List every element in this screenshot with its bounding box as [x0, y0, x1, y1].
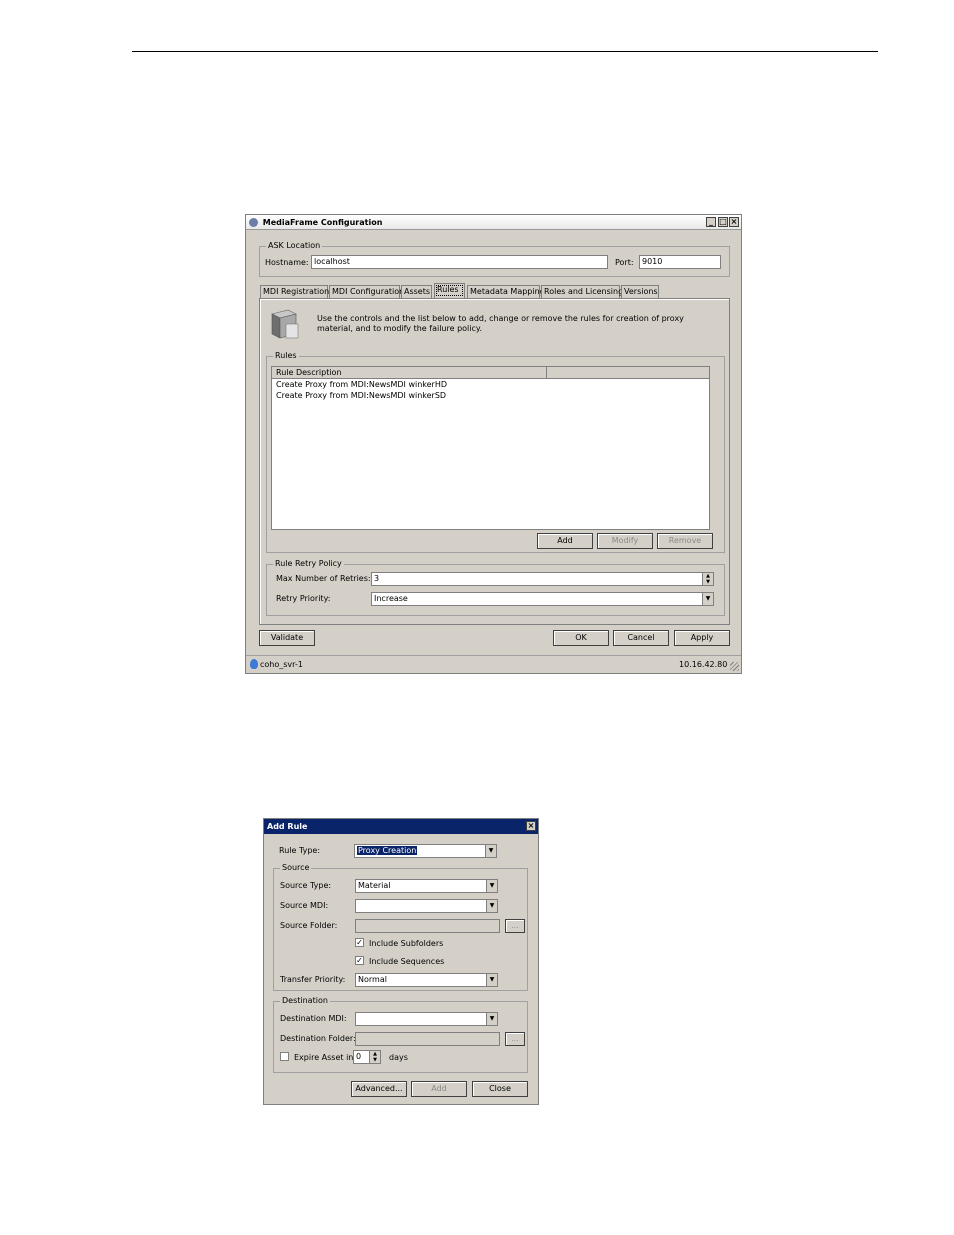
retry-priority-label: Retry Priority: [276, 594, 331, 603]
ask-location-group: ASK Location Hostname: localhost Port: 9… [259, 241, 730, 277]
tab-roles-and-licensing[interactable]: Roles and Licensing [541, 285, 623, 298]
port-label: Port: [615, 258, 634, 267]
source-mdi-select[interactable]: ▼ [355, 899, 498, 913]
config-titlebar: MediaFrame Configuration _ □ × [246, 215, 741, 230]
days-label: days [389, 1053, 408, 1062]
tab-strip: MDI Registration MDI Configuration Asset… [260, 283, 730, 298]
destination-mdi-select[interactable]: ▼ [355, 1012, 498, 1026]
include-subfolders-checkbox[interactable]: ✓ [355, 938, 364, 947]
add-rule-title: Add Rule [267, 822, 308, 831]
rule-type-label: Rule Type: [279, 846, 321, 855]
source-folder-label: Source Folder: [280, 921, 338, 930]
advanced-button[interactable]: Advanced... [351, 1081, 407, 1097]
rule-row[interactable]: Create Proxy from MDI:NewsMDI winkerHD [276, 380, 447, 390]
rules-icon [266, 308, 300, 341]
add-button[interactable]: Add [411, 1081, 467, 1097]
transfer-priority-label: Transfer Priority: [280, 975, 346, 984]
close-button[interactable]: × [526, 821, 536, 831]
apply-button[interactable]: Apply [674, 630, 730, 646]
tab-rules[interactable]: Rules [434, 283, 465, 298]
destination-group-label: Destination [280, 996, 330, 1006]
chevron-down-icon[interactable]: ▼ [486, 880, 497, 892]
mediaframe-config-window: MediaFrame Configuration _ □ × ASK Locat… [245, 214, 742, 674]
source-group: Source Source Type: Material ▼ Source MD… [273, 863, 528, 991]
validate-button[interactable]: Validate [259, 630, 315, 646]
add-rule-dialog: Add Rule × Rule Type: Proxy Creation ▼ S… [263, 818, 539, 1105]
hostname-input[interactable]: localhost [311, 255, 608, 269]
rules-list[interactable]: Rule Description Create Proxy from MDI:N… [271, 366, 710, 530]
retry-priority-select[interactable]: Increase ▼ [371, 592, 714, 606]
expire-days-spinner[interactable]: 0 ▲ ▼ [353, 1050, 381, 1064]
max-retries-label: Max Number of Retries: [276, 574, 371, 583]
rules-group-label: Rules [273, 351, 299, 361]
chevron-down-icon[interactable]: ▼ [486, 900, 497, 912]
rule-retry-policy-label: Rule Retry Policy [273, 559, 344, 569]
modify-rule-button[interactable]: Modify [597, 533, 653, 549]
chevron-down-icon[interactable]: ▼ [702, 593, 713, 605]
close-button[interactable]: × [729, 217, 739, 227]
source-type-label: Source Type: [280, 881, 332, 890]
rule-retry-policy-group: Rule Retry Policy Max Number of Retries:… [266, 559, 725, 616]
source-mdi-label: Source MDI: [280, 901, 329, 910]
retry-priority-value: Increase [374, 594, 408, 603]
destination-group: Destination Destination MDI: ▼ Destinati… [273, 996, 528, 1073]
chevron-down-icon[interactable]: ▼ [485, 845, 496, 857]
spinner-arrows-icon[interactable]: ▲ ▼ [702, 573, 713, 585]
status-ip-address: 10.16.42.80 [679, 660, 728, 669]
max-retries-value: 3 [374, 574, 380, 583]
max-retries-spinner[interactable]: 3 ▲ ▼ [371, 572, 714, 586]
maximize-button[interactable]: □ [718, 217, 728, 227]
expire-asset-label: Expire Asset in [294, 1053, 354, 1062]
rules-tab-panel: Use the controls and the list below to a… [259, 298, 730, 625]
add-rule-button[interactable]: Add [537, 533, 593, 549]
resize-grip-icon[interactable] [730, 662, 739, 671]
status-server-name: coho_svr-1 [260, 660, 303, 669]
cancel-button[interactable]: Cancel [613, 630, 669, 646]
add-rule-titlebar: Add Rule × [264, 819, 538, 834]
destination-folder-label: Destination Folder: [280, 1034, 356, 1043]
transfer-priority-select[interactable]: Normal ▼ [355, 973, 498, 987]
include-subfolders-label: Include Subfolders [369, 939, 444, 948]
rule-row[interactable]: Create Proxy from MDI:NewsMDI winkerSD [276, 391, 446, 401]
destination-mdi-label: Destination MDI: [280, 1014, 347, 1023]
rule-description-column-header[interactable]: Rule Description [272, 367, 547, 378]
tab-metadata-mapping[interactable]: Metadata Mapping [467, 285, 545, 298]
window-title: MediaFrame Configuration [262, 218, 383, 227]
rules-description: Use the controls and the list below to a… [317, 314, 684, 333]
transfer-priority-value: Normal [358, 975, 387, 984]
tab-versions[interactable]: Versions [621, 285, 659, 298]
tab-mdi-configuration[interactable]: MDI Configuration [329, 285, 404, 298]
rules-group: Rules Rule Description Create Proxy from… [266, 351, 725, 553]
rules-list-header: Rule Description [272, 367, 709, 379]
source-type-value: Material [358, 881, 391, 890]
remove-rule-button[interactable]: Remove [657, 533, 713, 549]
rule-type-select[interactable]: Proxy Creation ▼ [354, 844, 497, 858]
page-header-rule [132, 51, 878, 52]
ask-location-label: ASK Location [266, 241, 323, 251]
hostname-label: Hostname: [265, 258, 309, 267]
source-folder-browse-button[interactable]: ... [505, 919, 525, 933]
server-status-icon [250, 659, 258, 669]
rule-type-value: Proxy Creation [357, 846, 418, 855]
destination-folder-input[interactable] [355, 1032, 500, 1046]
app-icon [249, 218, 258, 227]
tab-assets[interactable]: Assets [401, 285, 432, 298]
source-type-select[interactable]: Material ▼ [355, 879, 498, 893]
include-sequences-label: Include Sequences [369, 957, 445, 966]
ok-button[interactable]: OK [553, 630, 609, 646]
source-group-label: Source [280, 863, 312, 873]
expire-asset-checkbox[interactable] [280, 1052, 289, 1061]
source-folder-input[interactable] [355, 919, 500, 933]
status-bar: coho_svr-1 10.16.42.80 [246, 655, 741, 673]
destination-folder-browse-button[interactable]: ... [505, 1032, 525, 1046]
minimize-button[interactable]: _ [706, 217, 716, 227]
chevron-down-icon[interactable]: ▼ [486, 1013, 497, 1025]
include-sequences-checkbox[interactable]: ✓ [355, 956, 364, 965]
port-input[interactable]: 9010 [639, 255, 721, 269]
tab-mdi-registration[interactable]: MDI Registration [260, 285, 329, 298]
chevron-down-icon[interactable]: ▼ [486, 974, 497, 986]
spinner-arrows-icon[interactable]: ▲ ▼ [369, 1051, 380, 1063]
close-dialog-button[interactable]: Close [472, 1081, 528, 1097]
expire-days-value: 0 [356, 1052, 362, 1061]
